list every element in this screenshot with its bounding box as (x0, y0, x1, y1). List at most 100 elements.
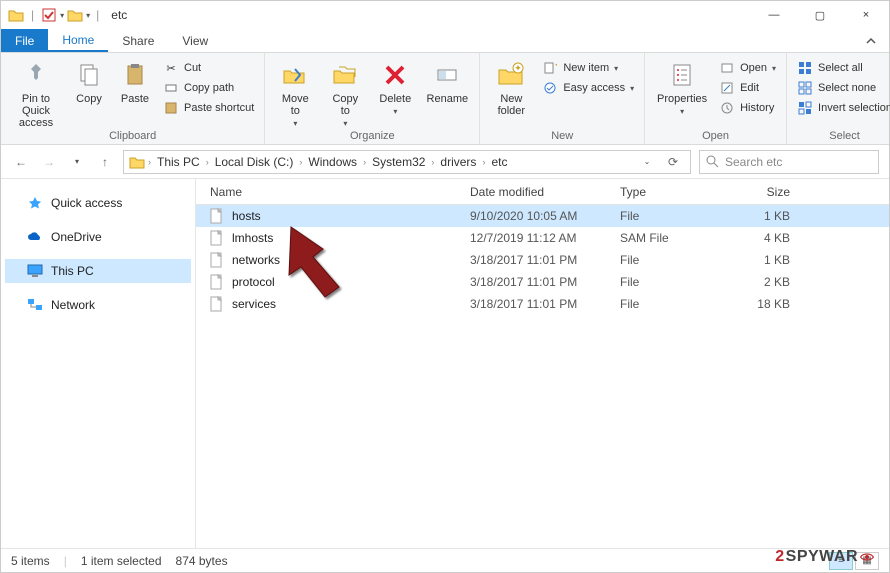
column-header-name[interactable]: Name (210, 185, 470, 199)
new-folder-button[interactable]: ✦ New folder (488, 57, 534, 117)
table-row[interactable]: networks3/18/2017 11:01 PMFile1 KB (196, 249, 889, 271)
breadcrumb[interactable]: Windows (304, 155, 361, 169)
sidebar-item-this-pc[interactable]: This PC (5, 259, 191, 283)
address-bar[interactable]: › This PC› Local Disk (C:)› Windows› Sys… (123, 150, 691, 174)
file-size: 2 KB (730, 275, 800, 289)
back-button[interactable]: ← (11, 152, 31, 172)
open-button[interactable]: Open ▾ (717, 59, 778, 77)
group-new-label: New (488, 129, 636, 142)
search-icon (706, 155, 719, 168)
file-name: protocol (232, 275, 275, 289)
maximize-button[interactable]: ▢ (797, 1, 843, 29)
pin-label: Pin to Quick access (9, 93, 63, 129)
table-row[interactable]: hosts9/10/2020 10:05 AMFile1 KB (196, 205, 889, 227)
new-item-button[interactable]: ✦New item ▾ (540, 59, 636, 77)
collapse-ribbon-button[interactable] (853, 29, 889, 52)
paste-shortcut-button[interactable]: Paste shortcut (161, 99, 256, 117)
table-row[interactable]: services3/18/2017 11:01 PMFile18 KB (196, 293, 889, 315)
close-button[interactable]: × (843, 1, 889, 29)
refresh-button[interactable]: ⟳ (660, 150, 686, 174)
paste-button[interactable]: Paste (115, 57, 155, 105)
copy-icon (73, 59, 105, 91)
tab-view[interactable]: View (168, 29, 222, 52)
breadcrumb[interactable]: etc (487, 155, 511, 169)
tab-share[interactable]: Share (108, 29, 168, 52)
move-to-button[interactable]: Move to▾ (273, 57, 317, 128)
qat-dropdown-icon[interactable]: ▾ (60, 11, 64, 20)
network-icon (27, 297, 43, 313)
chevron-right-icon[interactable]: › (482, 157, 485, 167)
pin-to-quick-access-button[interactable]: Pin to Quick access (9, 57, 63, 129)
navigation-bar: ← → ▾ ↑ › This PC› Local Disk (C:)› Wind… (1, 145, 889, 179)
copy-to-button[interactable]: Copy to▾ (323, 57, 367, 128)
cut-button[interactable]: ✂Cut (161, 59, 256, 77)
properties-button[interactable]: Properties▾ (653, 57, 711, 116)
copy-to-label: Copy to (332, 93, 358, 117)
delete-button[interactable]: Delete▾ (373, 57, 417, 116)
breadcrumb[interactable]: This PC (153, 155, 204, 169)
scissors-icon: ✂ (163, 60, 179, 76)
tab-home[interactable]: Home (48, 29, 108, 52)
file-type: SAM File (620, 231, 730, 245)
group-organize-label: Organize (273, 129, 471, 142)
edit-icon (719, 80, 735, 96)
group-clipboard-label: Clipboard (9, 129, 256, 142)
navigation-pane: Quick access OneDrive This PC Network (1, 179, 196, 548)
column-headers: Name Date modified Type Size (196, 179, 889, 205)
chevron-right-icon[interactable]: › (148, 157, 151, 167)
rename-button[interactable]: Rename (423, 57, 471, 105)
chevron-right-icon[interactable]: › (299, 157, 302, 167)
invert-selection-label: Invert selection (818, 102, 890, 114)
sidebar-item-label: Quick access (51, 196, 122, 210)
file-icon (210, 296, 226, 312)
chevron-right-icon[interactable]: › (363, 157, 366, 167)
select-none-label: Select none (818, 82, 876, 94)
breadcrumb[interactable]: System32 (368, 155, 429, 169)
invert-selection-button[interactable]: Invert selection (795, 99, 890, 117)
table-row[interactable]: protocol3/18/2017 11:01 PMFile2 KB (196, 271, 889, 293)
forward-button[interactable]: → (39, 152, 59, 172)
minimize-button[interactable]: — (751, 1, 797, 29)
select-none-button[interactable]: Select none (795, 79, 890, 97)
breadcrumb[interactable]: Local Disk (C:) (211, 155, 298, 169)
history-button[interactable]: History (717, 99, 778, 117)
column-header-date[interactable]: Date modified (470, 185, 620, 199)
edit-button[interactable]: Edit (717, 79, 778, 97)
breadcrumb[interactable]: drivers (436, 155, 480, 169)
easy-access-button[interactable]: Easy access ▾ (540, 79, 636, 97)
svg-text:✦: ✦ (515, 63, 523, 73)
qat-dropdown-icon[interactable]: ▾ (86, 11, 90, 20)
file-name: hosts (232, 209, 261, 223)
file-date: 3/18/2017 11:01 PM (470, 253, 620, 267)
up-button[interactable]: ↑ (95, 152, 115, 172)
address-dropdown-button[interactable]: ⌄ (634, 150, 660, 174)
file-date: 3/18/2017 11:01 PM (470, 297, 620, 311)
file-name: services (232, 297, 276, 311)
chevron-right-icon[interactable]: › (206, 157, 209, 167)
window-controls: — ▢ × (751, 1, 889, 29)
sidebar-item-onedrive[interactable]: OneDrive (5, 225, 191, 249)
delete-label: Delete (379, 93, 411, 105)
file-size: 18 KB (730, 297, 800, 311)
check-icon[interactable] (40, 6, 58, 24)
invert-selection-icon (797, 100, 813, 116)
table-row[interactable]: lmhosts12/7/2019 11:12 AMSAM File4 KB (196, 227, 889, 249)
pin-icon (20, 59, 52, 91)
file-type: File (620, 209, 730, 223)
select-all-button[interactable]: Select all (795, 59, 890, 77)
copy-button[interactable]: Copy (69, 57, 109, 105)
tab-file[interactable]: File (1, 29, 48, 52)
search-input[interactable]: Search etc (699, 150, 879, 174)
recent-locations-button[interactable]: ▾ (67, 152, 87, 172)
copy-label: Copy (76, 93, 102, 105)
column-header-type[interactable]: Type (620, 185, 730, 199)
folder-icon (7, 6, 25, 24)
column-header-size[interactable]: Size (730, 185, 800, 199)
sidebar-item-network[interactable]: Network (5, 293, 191, 317)
paste-shortcut-icon (163, 100, 179, 116)
copy-path-button[interactable]: Copy path (161, 79, 256, 97)
chevron-right-icon[interactable]: › (431, 157, 434, 167)
file-icon (210, 208, 226, 224)
sidebar-item-quick-access[interactable]: Quick access (5, 191, 191, 215)
status-bytes: 874 bytes (176, 554, 228, 568)
